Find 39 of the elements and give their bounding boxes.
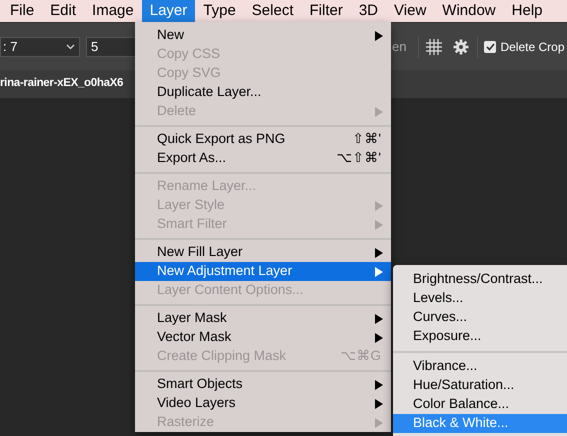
checkbox[interactable]: [484, 40, 496, 52]
menu-bar-item[interactable]: Image: [84, 0, 142, 22]
grid-icon[interactable]: [425, 38, 444, 56]
straighten-label[interactable]: en: [392, 36, 406, 56]
submenu-item[interactable]: Brightness/Contrast...: [393, 270, 567, 289]
menu-item[interactable]: Video Layers: [135, 394, 391, 413]
submenu-item[interactable]: Hue/Saturation...: [393, 376, 567, 395]
ratio-dropdown[interactable]: : 7: [0, 36, 80, 56]
menu-bar-item[interactable]: View: [386, 0, 434, 22]
menu-item[interactable]: Quick Export as PNG ⇧⌘': [135, 130, 391, 149]
menu-item[interactable]: Layer Mask: [135, 309, 391, 328]
chevron-down-icon: [66, 44, 75, 50]
menu-item[interactable]: Vector Mask: [135, 328, 391, 347]
submenu-item[interactable]: Vibrance...: [393, 357, 567, 376]
menu-item[interactable]: Duplicate Layer...: [135, 83, 391, 102]
menu-bar-item[interactable]: Layer: [142, 0, 196, 22]
checkbox-label: Delete Crop: [500, 38, 564, 56]
settings-icon[interactable]: [453, 38, 470, 54]
menu-bar-item[interactable]: Select: [244, 0, 302, 22]
menu-item[interactable]: New Adjustment Layer: [135, 262, 391, 281]
shortcut-label: ⌥⌘G: [340, 347, 381, 366]
menu-bar-item[interactable]: Type: [195, 0, 244, 22]
submenu-item[interactable]: Black & White...: [393, 414, 567, 433]
menu-bar-item[interactable]: Edit: [42, 0, 84, 22]
submenu-item[interactable]: Exposure...: [393, 327, 567, 346]
menu-bar-item[interactable]: 3D: [350, 0, 386, 22]
menu-item[interactable]: New Fill Layer: [135, 243, 391, 262]
submenu-item[interactable]: Color Balance...: [393, 395, 567, 414]
document-tab[interactable]: rina-rainer-xEX_o0haX6: [0, 75, 124, 93]
submenu-item[interactable]: Levels...: [393, 289, 567, 308]
menu-bar-item[interactable]: Filter: [302, 0, 351, 22]
menu-item[interactable]: Export As... ⌥⇧⌘': [135, 149, 391, 168]
submenu-item[interactable]: Curves...: [393, 308, 567, 327]
menu-bar-item[interactable]: Help: [504, 0, 550, 22]
shortcut-label: ⌥⇧⌘': [336, 149, 381, 168]
shortcut-label: ⇧⌘': [352, 130, 381, 148]
menu-bar-item[interactable]: Window: [434, 0, 504, 22]
menu-bar-item[interactable]: File: [2, 0, 42, 22]
menu-item[interactable]: Smart Objects: [135, 375, 391, 394]
